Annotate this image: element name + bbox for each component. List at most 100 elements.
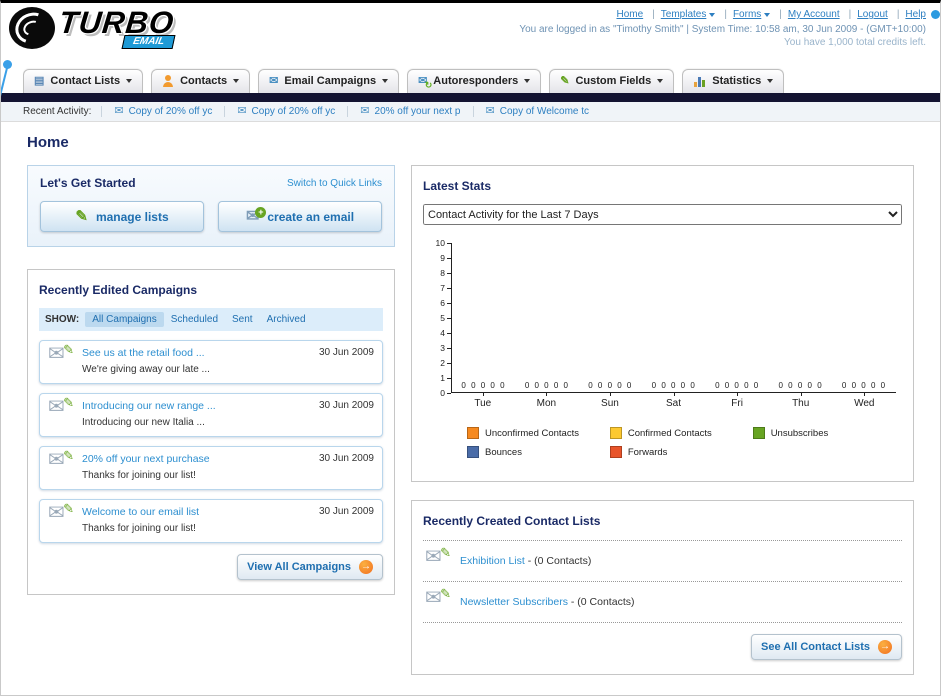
recent-activity-label: Recent Activity: — [23, 106, 92, 117]
recent-activity-item[interactable]: Copy of 20% off yc — [101, 106, 224, 117]
decorative-dot — [931, 10, 940, 19]
recent-activity-item[interactable]: Copy of Welcome tc — [472, 106, 602, 117]
campaign-title-link[interactable]: 20% off your next purchase — [82, 453, 311, 465]
chart-y-axis: 10 9 8 7 6 5 4 3 2 1 0 — [433, 238, 451, 398]
view-all-campaigns-button[interactable]: View All Campaigns — [237, 554, 383, 580]
arrow-right-icon — [359, 560, 373, 574]
chart-x-labels: Tue Mon Sun Sat Fri Thu Wed — [451, 393, 896, 409]
envelope-icon — [360, 106, 369, 117]
recent-activity-item[interactable]: Copy of 20% off yc — [224, 106, 347, 117]
arrow-right-icon — [878, 640, 892, 654]
show-label: SHOW: — [45, 314, 80, 325]
campaign-row[interactable]: See us at the retail food ... We're givi… — [39, 340, 383, 384]
nav-tab-statistics[interactable]: Statistics — [682, 69, 785, 93]
envelope-icon — [114, 106, 123, 117]
contact-list-link[interactable]: Exhibition List — [460, 555, 525, 567]
campaign-title-link[interactable]: Introducing our new range ... — [82, 400, 311, 412]
campaign-row[interactable]: Introducing our new range ... Introducin… — [39, 393, 383, 437]
switch-quick-links-link[interactable]: Switch to Quick Links — [287, 178, 382, 189]
campaign-date: 30 Jun 2009 — [318, 453, 374, 464]
legend-swatch — [609, 427, 622, 439]
recent-activity-link: 20% off your next p — [374, 106, 461, 117]
contact-list-text: Newsletter Subscribers - (0 Contacts) — [460, 596, 634, 608]
stats-period-select[interactable]: Contact Activity for the Last 7 Days — [423, 204, 902, 225]
filter-archived[interactable]: Archived — [260, 312, 313, 327]
nav-tab-label: Contacts — [180, 75, 228, 87]
chart-group: 0 0 0 0 0 — [706, 381, 769, 392]
page-title: Home — [27, 134, 69, 151]
mail-pencil-icon — [48, 506, 74, 528]
manage-lists-button[interactable]: manage lists — [40, 201, 204, 232]
envelope-icon — [486, 106, 495, 117]
app-logo[interactable]: TURBO EMAIL — [9, 5, 176, 49]
mail-pencil-icon — [425, 550, 451, 572]
chevron-down-icon — [709, 12, 716, 17]
chart-value-labels: 0 0 0 0 0 — [524, 381, 570, 390]
nav-tab-email-campaigns[interactable]: Email Campaigns — [258, 69, 400, 93]
filter-scheduled[interactable]: Scheduled — [164, 312, 225, 327]
campaign-subtitle: Thanks for joining our list! — [82, 470, 196, 481]
recent-activity-link: Copy of Welcome tc — [499, 106, 590, 117]
chart-x-label: Sat — [642, 393, 706, 409]
campaign-subtitle: We're giving away our late ... — [82, 364, 210, 375]
pencil-icon — [440, 587, 451, 600]
chart-group: 0 0 0 0 0 — [515, 381, 578, 392]
mail-pencil-icon — [48, 400, 74, 422]
top-link-label: Home — [616, 9, 644, 20]
chart-group: 0 0 0 0 0 — [642, 381, 705, 392]
contact-list-row[interactable]: Exhibition List - (0 Contacts) — [423, 541, 902, 582]
campaigns-title: Recently Edited Campaigns — [39, 283, 198, 297]
latest-stats-title: Latest Stats — [423, 179, 492, 193]
mail-pencil-icon — [425, 591, 451, 613]
campaign-subtitle: Introducing our new Italia ... — [82, 417, 205, 428]
contact-list-row[interactable]: Newsletter Subscribers - (0 Contacts) — [423, 582, 902, 623]
filter-all-campaigns[interactable]: All Campaigns — [85, 312, 164, 327]
top-link-help[interactable]: Help — [905, 9, 926, 20]
contact-list-link[interactable]: Newsletter Subscribers — [460, 596, 568, 608]
chart-x-label: Tue — [451, 393, 515, 409]
top-link-logout[interactable]: Logout — [857, 9, 905, 20]
contact-lists-icon — [34, 76, 44, 87]
nav-tab-autoresponders[interactable]: Autoresponders — [407, 69, 542, 93]
main-nav: Contact Lists Contacts Email Campaigns A… — [1, 65, 940, 93]
legend-swatch — [467, 446, 479, 458]
autoresponders-icon — [418, 76, 433, 90]
pencil-icon — [63, 449, 74, 462]
left-column: Let's Get Started Switch to Quick Links … — [27, 165, 395, 595]
top-link-forms[interactable]: Forms — [733, 9, 788, 20]
campaign-row[interactable]: 20% off your next purchase Thanks for jo… — [39, 446, 383, 490]
nav-tab-contacts[interactable]: Contacts — [151, 69, 251, 93]
latest-stats-panel: Latest Stats Contact Activity for the La… — [411, 165, 914, 482]
top-link-my-account[interactable]: My Account — [788, 9, 857, 20]
campaign-row[interactable]: Welcome to our email list Thanks for joi… — [39, 499, 383, 543]
recent-activity-item[interactable]: 20% off your next p — [347, 106, 472, 117]
contact-list-count: (0 Contacts) — [577, 596, 635, 608]
campaign-text: Introducing our new range ... Introducin… — [82, 400, 311, 430]
logo-swoosh-icon — [9, 7, 55, 49]
contact-lists-panel: Recently Created Contact Lists Exhibitio… — [411, 500, 914, 675]
content: Home Let's Get Started Switch to Quick L… — [1, 134, 940, 695]
top-link-label: Logout — [857, 9, 888, 20]
see-all-contact-lists-button[interactable]: See All Contact Lists — [750, 634, 902, 660]
chart-group: 0 0 0 0 0 — [833, 381, 896, 392]
filter-sent[interactable]: Sent — [225, 312, 260, 327]
top-link-home[interactable]: Home — [616, 9, 660, 20]
chart-value-labels: 0 0 0 0 0 — [651, 381, 697, 390]
create-email-button[interactable]: create an email — [218, 201, 382, 232]
nav-tab-custom-fields[interactable]: Custom Fields — [549, 69, 675, 93]
nav-divider-bar — [1, 93, 940, 102]
pencil-icon — [75, 209, 88, 224]
contacts-icon — [162, 75, 174, 87]
app-window: TURBO EMAIL Home Templates Forms — [0, 0, 941, 696]
top-link-label: My Account — [787, 9, 840, 20]
nav-tab-contact-lists[interactable]: Contact Lists — [23, 69, 144, 93]
nav-tab-label: Autoresponders — [433, 75, 519, 87]
top-link-templates[interactable]: Templates — [661, 9, 733, 20]
legend-label: Unconfirmed Contacts — [485, 427, 579, 439]
campaign-title-link[interactable]: See us at the retail food ... — [82, 347, 311, 359]
get-started-panel: Let's Get Started Switch to Quick Links … — [27, 165, 395, 247]
campaign-date: 30 Jun 2009 — [318, 347, 374, 358]
chart-group: 0 0 0 0 0 — [769, 381, 832, 392]
chart-group: 0 0 0 0 0 — [452, 381, 515, 392]
campaign-title-link[interactable]: Welcome to our email list — [82, 506, 311, 518]
